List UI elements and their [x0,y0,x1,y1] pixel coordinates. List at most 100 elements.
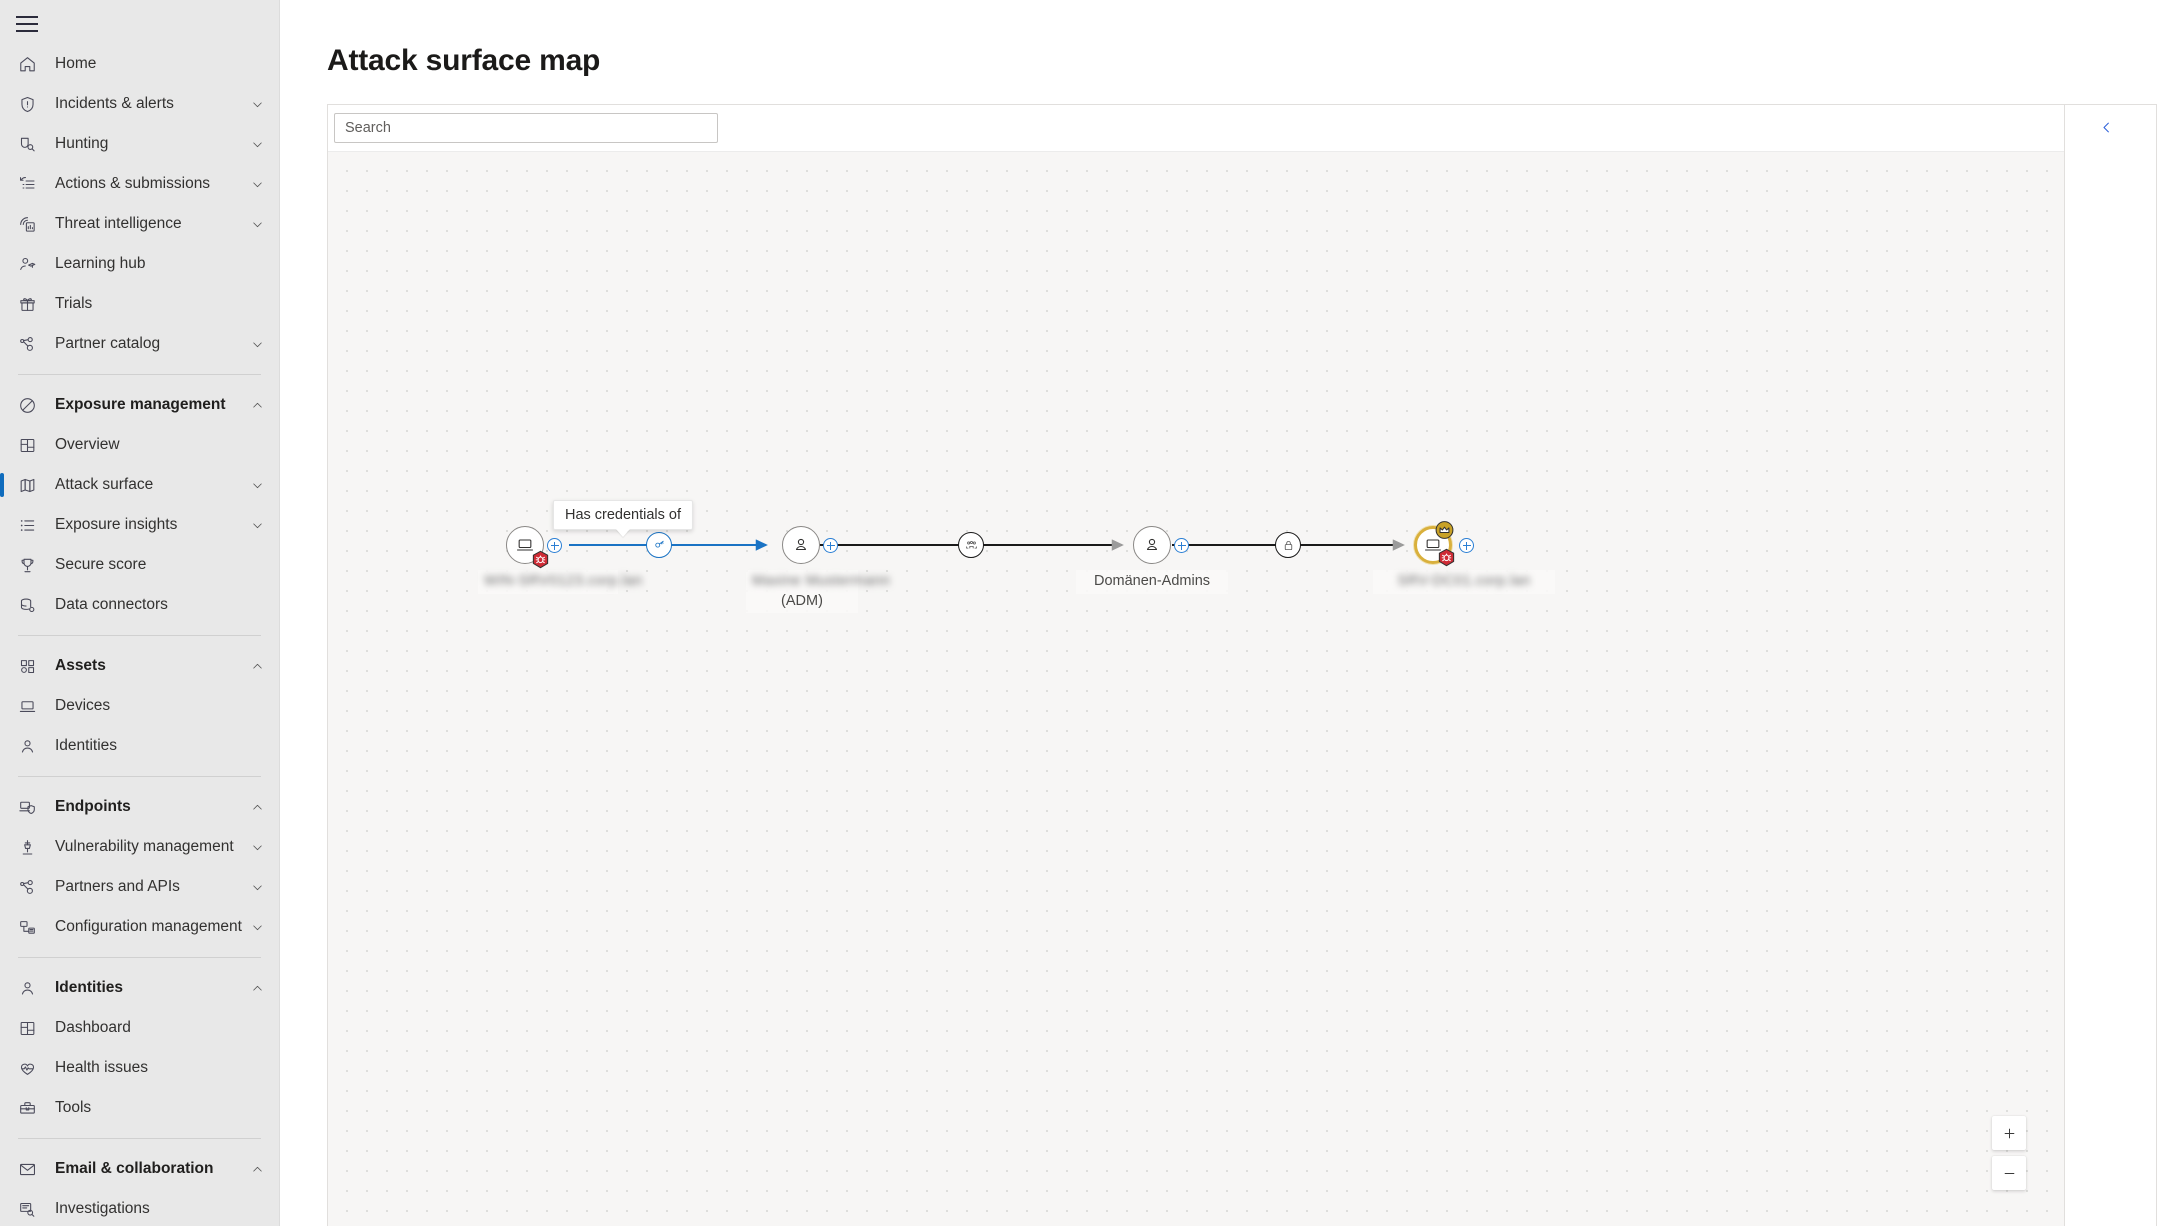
chevron-down-icon[interactable] [249,879,265,895]
chevron-down-icon[interactable] [249,336,265,352]
chevron-down-icon[interactable] [249,517,265,533]
sidebar-item-label: Exposure management [55,396,226,413]
sidebar-item-partner-catalog[interactable]: Partner catalog [0,324,279,364]
partner-icon [20,336,33,351]
primary-sidebar: Home Incidents & alerts Hunting Actions & s… [0,0,280,1226]
connector-icon [18,595,44,615]
hamburger-icon[interactable] [16,16,38,32]
assets-icon [20,659,35,673]
sidebar-item-devices[interactable]: Devices [0,686,279,726]
trials-icon [18,294,44,314]
expand-node-handle-4[interactable] [1459,538,1474,553]
chevron-down-icon[interactable] [249,136,265,152]
sidebar-item-label: Hunting [55,135,109,152]
threat-intel-icon [18,214,44,234]
exposure-icon [20,397,35,413]
graph-node-device-1[interactable] [506,526,549,569]
key-icon [654,540,664,548]
edge-icon-lock[interactable] [1275,532,1301,558]
sidebar-item-secure-score[interactable]: Secure score [0,545,279,585]
graph-node-identity-2[interactable] [782,526,820,564]
connector-icon [20,598,35,612]
vuln-icon [18,837,44,857]
chevron-up-icon[interactable] [249,397,265,413]
sidebar-item-trials[interactable]: Trials [0,284,279,324]
hunting-icon [20,137,35,151]
expand-node-handle-2[interactable] [823,538,838,553]
sidebar-item-actions-submissions[interactable]: Actions & submissions [0,164,279,204]
sidebar-item-learning-hub[interactable]: Learning hub [0,244,279,284]
list-icon [20,519,35,531]
sidebar-item-configuration-management[interactable]: Configuration management [0,907,279,947]
sidebar-item-hunting[interactable]: Hunting [0,124,279,164]
search-bar [328,105,2064,152]
lock-icon [1284,540,1292,550]
expand-node-handle-3[interactable] [1174,538,1189,553]
sidebar-group-endpoints[interactable]: Endpoints [0,787,279,827]
zoom-controls [1992,1116,2026,1196]
sidebar-item-overview[interactable]: Overview [0,425,279,465]
sidebar-item-incidents-alerts[interactable]: Incidents & alerts [0,84,279,124]
chevron-left-icon [2103,122,2109,132]
map-icon [18,475,44,495]
map-icon [20,478,35,492]
mail-icon [19,1163,36,1175]
main-content: Attack surface map Search WIN-SRV0123.co… [280,0,2177,1226]
sidebar-item-partners-and-apis[interactable]: Partners and APIs [0,867,279,907]
person-icon [1146,538,1158,551]
sidebar-group-email-collaboration[interactable]: Email & collaboration [0,1149,279,1189]
sidebar-group-identities[interactable]: Identities [0,968,279,1008]
chevron-up-icon[interactable] [249,1161,265,1177]
chevron-down-icon[interactable] [249,176,265,192]
edge-icon-member-of[interactable] [958,532,984,558]
device-icon [18,696,44,716]
zoom-out-button[interactable] [1992,1156,2026,1190]
endpoints-icon [18,797,44,817]
vulnerability-bug-badge [531,550,550,569]
chevron-up-icon[interactable] [249,980,265,996]
sidebar-item-data-connectors[interactable]: Data connectors [0,585,279,625]
chevron-down-icon[interactable] [249,477,265,493]
sidebar-item-label: Home [55,55,97,72]
sidebar-group-exposure-management[interactable]: Exposure management [0,385,279,425]
sidebar-group-assets[interactable]: Assets [0,646,279,686]
shield-alert-icon [21,96,34,112]
expand-node-handle-1[interactable] [547,538,562,553]
sidebar-item-exposure-insights[interactable]: Exposure insights [0,505,279,545]
chevron-up-icon[interactable] [249,799,265,815]
edge-icon-has-credentials-of[interactable] [646,532,672,558]
graph-node-group-3[interactable] [1133,526,1171,564]
sidebar-item-attack-surface[interactable]: Attack surface [0,465,279,505]
sidebar-separator [18,1138,261,1139]
chevron-down-icon[interactable] [249,216,265,232]
sidebar-item-vulnerability-management[interactable]: Vulnerability management [0,827,279,867]
chevron-down-icon[interactable] [249,96,265,112]
endpoints-icon [19,801,35,814]
sidebar-item-label: Data connectors [55,596,168,613]
sidebar-item-investigations[interactable]: Investigations [0,1189,279,1226]
sidebar-item-label: Threat intelligence [55,215,182,232]
sidebar-item-threat-intelligence[interactable]: Threat intelligence [0,204,279,244]
sidebar-item-label: Overview [55,436,120,453]
chevron-down-icon[interactable] [249,919,265,935]
sidebar-separator [18,957,261,958]
graph-edges [569,539,1405,551]
sidebar-item-home[interactable]: Home [0,44,279,84]
zoom-in-button[interactable] [1992,1116,2026,1150]
heart-icon [20,1063,35,1075]
graph-viewport[interactable]: WIN-SRV0123.corp.lan Has credentials of [328,152,2064,1226]
chevron-down-icon[interactable] [249,839,265,855]
sidebar-item-health-issues[interactable]: Health issues [0,1048,279,1088]
sidebar-separator [18,776,261,777]
edge-tooltip-text: Has credentials of [564,507,682,523]
person-icon [21,739,34,753]
sidebar-item-dashboard[interactable]: Dashboard [0,1008,279,1048]
group-members-icon [965,540,977,549]
graph-node-device-4-critical[interactable] [1414,520,1455,567]
collapse-panel-button[interactable] [2091,112,2121,142]
search-input[interactable] [334,113,718,143]
chevron-up-icon[interactable] [249,658,265,674]
sidebar-item-tools[interactable]: Tools [0,1088,279,1128]
sidebar-item-identities[interactable]: Identities [0,726,279,766]
device-icon [19,700,36,712]
